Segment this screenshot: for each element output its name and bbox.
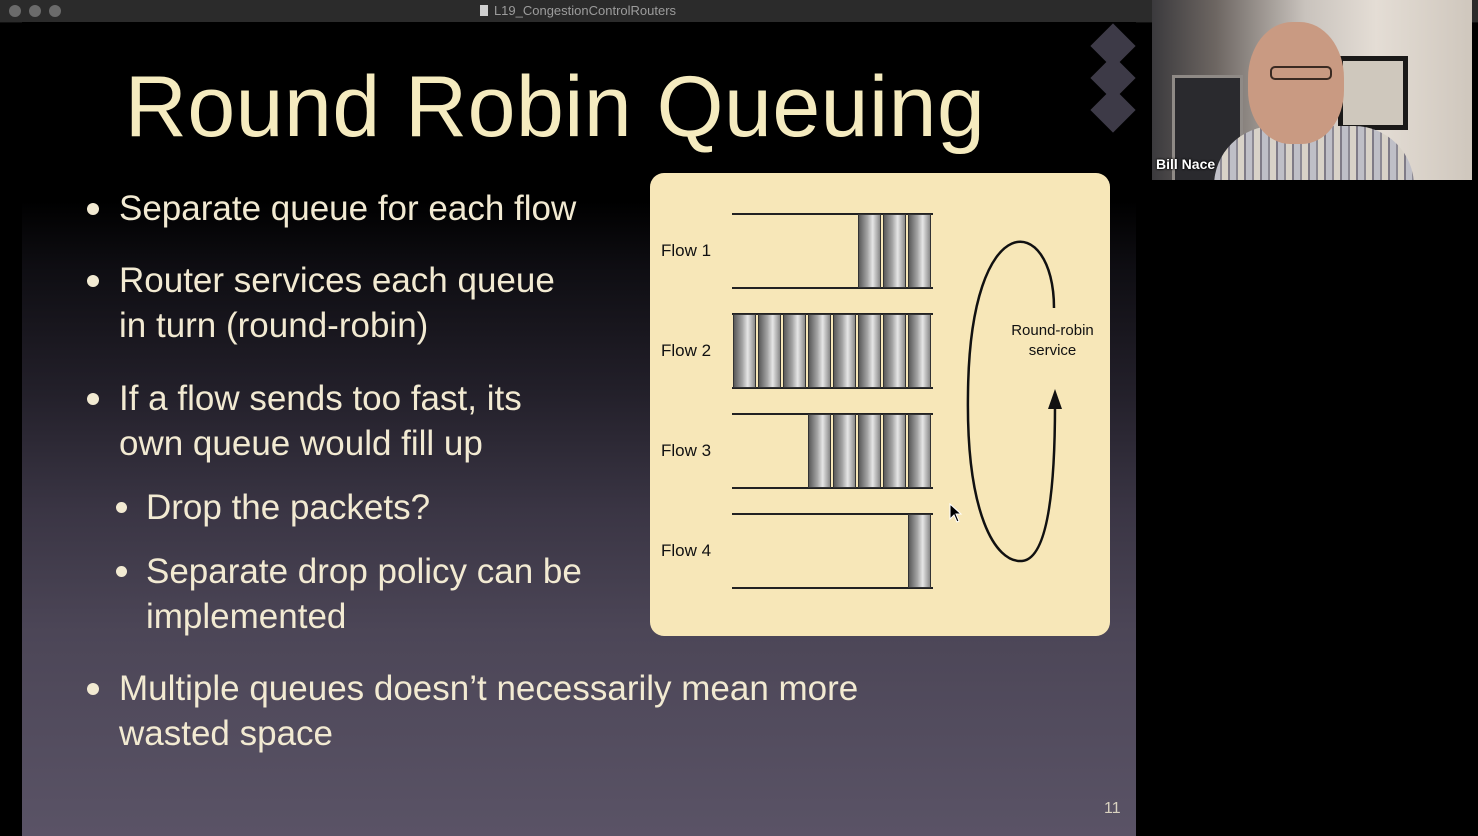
packet [833, 414, 856, 488]
background-picture-frame [1338, 56, 1408, 130]
packet [883, 314, 906, 388]
window-title-text: L19_CongestionControlRouters [493, 3, 677, 18]
bullet-dot-icon [87, 275, 99, 287]
packet [733, 314, 756, 388]
bullet-text-line1: Drop the packets? [146, 488, 431, 527]
packet [758, 314, 781, 388]
bullet-text-line1: Multiple queues doesn’t necessarily mean… [119, 669, 859, 708]
flow-label: Flow 4 [661, 541, 712, 560]
bullet-text-line1: Separate drop policy can be [146, 552, 582, 591]
packet [858, 214, 881, 288]
packet [883, 214, 906, 288]
round-robin-label-line2: service [1028, 342, 1077, 359]
participant-glasses [1270, 66, 1332, 80]
mouse-cursor-icon [949, 503, 963, 523]
bullet-item: Multiple queues doesn’t necessarily mean… [87, 666, 859, 756]
packet [908, 514, 931, 588]
bullet-item: Router services each queue in turn (roun… [87, 258, 555, 348]
packet [858, 414, 881, 488]
packet [908, 314, 931, 388]
bullet-item: If a flow sends too fast, its own queue … [87, 376, 522, 466]
round-robin-diagram: Round-robin service Flow 1 Flow 2 Flow 3 Fl… [650, 173, 1110, 636]
packet [908, 414, 931, 488]
sub-bullet-item: Separate drop policy can be implemented [116, 549, 582, 639]
document-icon [479, 5, 488, 16]
bullet-item: Separate queue for each flow [87, 186, 577, 231]
bullet-dot-icon [116, 502, 127, 513]
bullet-text-line1: Separate queue for each flow [119, 189, 577, 228]
slide-page-number: 11 [1104, 800, 1121, 817]
round-robin-label: Round-robin service [990, 321, 1115, 361]
presentation-window: L19_CongestionControlRouters Round Robin… [0, 0, 1478, 836]
queue-bottom-line [732, 587, 933, 589]
bullet-dot-icon [87, 203, 99, 215]
sub-bullet-item: Drop the packets? [116, 485, 431, 530]
bullet-dot-icon [87, 393, 99, 405]
packet [833, 314, 856, 388]
bullet-text-line2: own queue would fill up [119, 424, 483, 463]
bullet-text-line1: Router services each queue [119, 261, 555, 300]
bullet-text-line2: wasted space [119, 714, 334, 753]
packet [783, 314, 806, 388]
bullet-text-line1: If a flow sends too fast, its [119, 379, 522, 418]
participant-video-tile[interactable]: Bill Nace [1152, 0, 1472, 180]
participant-face [1248, 22, 1344, 144]
bullet-dot-icon [116, 566, 127, 577]
queue-top-line [732, 513, 933, 515]
packet [808, 314, 831, 388]
round-robin-label-line1: Round-robin [1011, 322, 1094, 339]
packet [883, 414, 906, 488]
flow-label: Flow 1 [661, 241, 712, 260]
flow-label: Flow 2 [661, 341, 712, 360]
bullet-text-line2: implemented [146, 597, 347, 636]
window-title: L19_CongestionControlRouters [0, 0, 1156, 22]
flow-label: Flow 3 [661, 441, 712, 460]
participant-name: Bill Nace [1156, 156, 1216, 172]
packet [858, 314, 881, 388]
packet [808, 414, 831, 488]
packet [908, 214, 931, 288]
bullet-dot-icon [87, 683, 99, 695]
bullet-text-line2: in turn (round-robin) [119, 306, 429, 345]
slide[interactable]: Round Robin Queuing Separate queue for e… [22, 22, 1136, 836]
